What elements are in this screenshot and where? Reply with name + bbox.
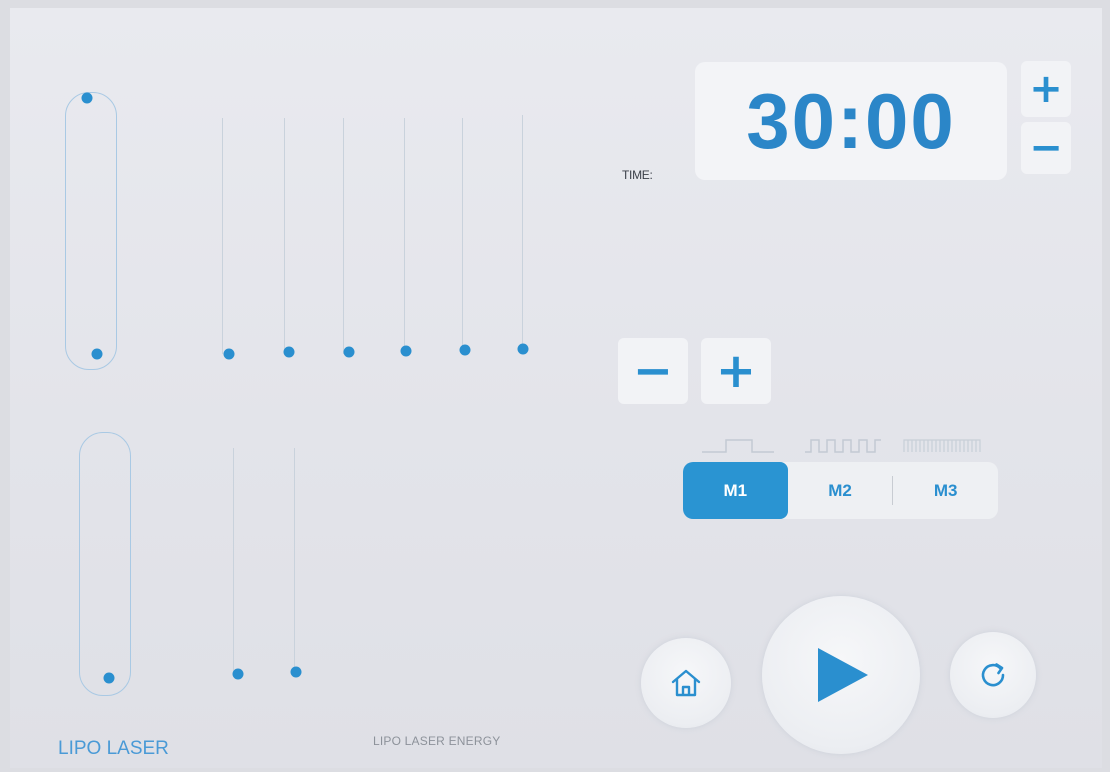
minus-icon: − xyxy=(632,343,674,399)
top-channel-slider-handle-6[interactable] xyxy=(517,343,529,355)
home-icon xyxy=(671,669,701,697)
power-increase-button[interactable]: + xyxy=(701,338,771,404)
continuous-wave-icon xyxy=(702,439,774,453)
time-label: TIME: xyxy=(622,168,653,182)
plus-icon: + xyxy=(715,343,757,399)
mode-m2-button[interactable]: M2 xyxy=(788,462,893,519)
timer-value: 30:00 xyxy=(746,76,956,165)
lipo-laser-energy-label: LIPO LASER ENERGY xyxy=(373,734,501,748)
refresh-icon xyxy=(981,663,1005,687)
minus-icon: − xyxy=(1029,125,1063,171)
top-channel-track-6 xyxy=(522,115,523,351)
start-button[interactable] xyxy=(762,596,920,754)
bottom-channel-track-1 xyxy=(233,448,234,674)
bottom-master-slider-handle[interactable] xyxy=(103,672,115,684)
top-master-slider-max-handle[interactable] xyxy=(81,92,93,104)
top-master-slider-handle[interactable] xyxy=(91,348,103,360)
mode-m2-label: M2 xyxy=(828,480,852,500)
mode-m3-label: M3 xyxy=(933,480,958,500)
top-channel-slider-handle-1[interactable] xyxy=(223,348,235,360)
timer-increase-button[interactable]: + xyxy=(1021,61,1071,117)
bottom-channel-slider-handle-1[interactable] xyxy=(232,668,244,680)
timer-display: 30:00 xyxy=(695,62,1007,180)
bottom-channel-slider-handle-2[interactable] xyxy=(290,666,302,678)
top-channel-track-2 xyxy=(284,118,285,354)
top-channel-track-5 xyxy=(462,118,463,354)
mode-m1-button[interactable]: M1 xyxy=(683,462,788,519)
top-channel-track-3 xyxy=(343,118,344,354)
mode-m3-button[interactable]: M3 xyxy=(893,462,998,519)
play-icon xyxy=(818,648,868,702)
lipo-laser-label: LIPO LASER xyxy=(58,738,169,759)
top-channel-slider-handle-4[interactable] xyxy=(400,345,412,357)
top-channel-track-4 xyxy=(404,118,405,354)
plus-icon: + xyxy=(1029,66,1063,112)
bottom-master-slider[interactable] xyxy=(79,432,131,696)
top-channel-track-1 xyxy=(222,118,223,354)
home-button[interactable] xyxy=(641,638,731,728)
pulse-wave-icon xyxy=(805,439,881,453)
power-decrease-button[interactable]: − xyxy=(618,338,688,404)
bottom-channel-track-2 xyxy=(294,448,295,672)
mixed-wave-icon xyxy=(903,439,981,452)
top-channel-slider-handle-5[interactable] xyxy=(459,344,471,356)
timer-decrease-button[interactable]: − xyxy=(1021,122,1071,174)
top-master-slider[interactable] xyxy=(65,92,117,370)
top-channel-slider-handle-3[interactable] xyxy=(343,346,355,358)
top-channel-slider-handle-2[interactable] xyxy=(283,346,295,358)
mode-selector: M1 M2 M3 xyxy=(683,462,998,519)
mode-m1-label: M1 xyxy=(723,480,748,500)
reset-button[interactable] xyxy=(950,632,1036,718)
